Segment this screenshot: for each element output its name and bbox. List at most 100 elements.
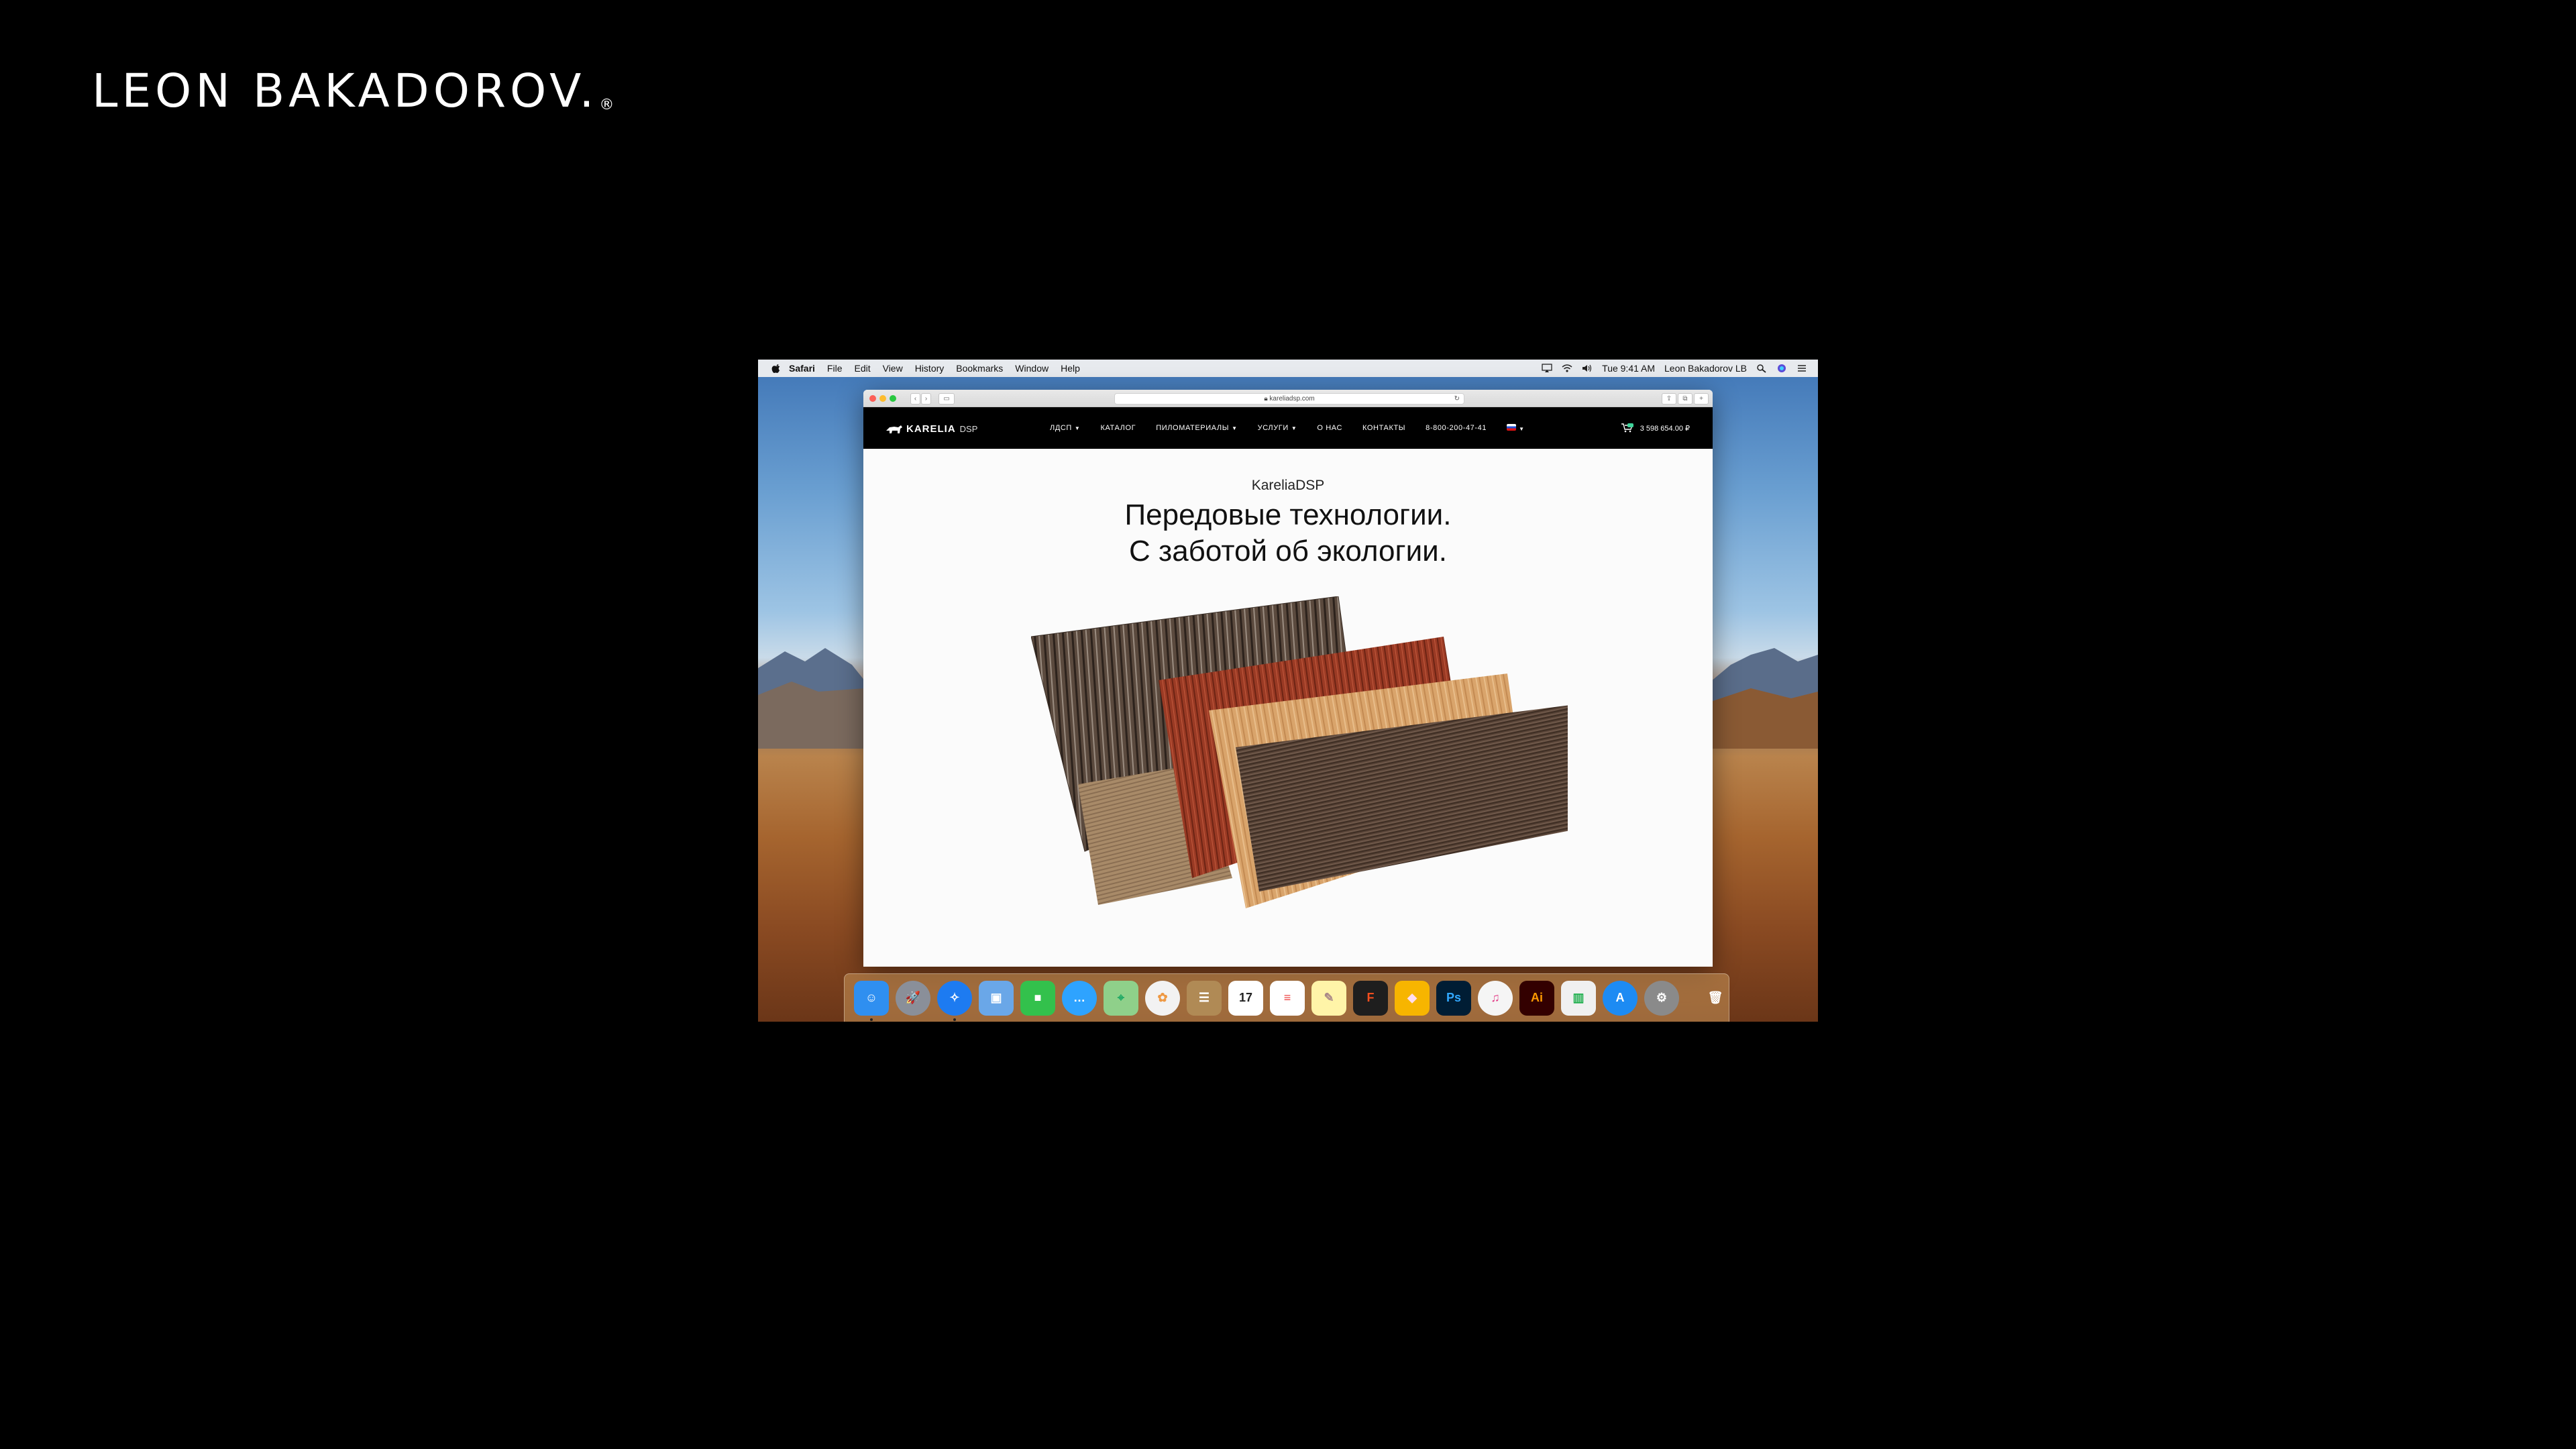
reload-icon[interactable]: ↻ [1454, 394, 1460, 404]
hero-headline: Передовые технологии. С заботой об эколо… [863, 497, 1713, 570]
nav-services-label: УСЛУГИ [1257, 424, 1289, 432]
menu-edit[interactable]: Edit [854, 363, 870, 374]
cart-button[interactable]: 3 598 654.00 ₽ [1621, 407, 1690, 449]
sidebar-toggle-button[interactable]: ▭ [938, 393, 955, 405]
brand-logo: LEON BAKADOROV.® [92, 68, 614, 115]
minimize-window-button[interactable] [879, 395, 886, 402]
running-indicator [953, 1018, 956, 1021]
safari-window: ‹ › ▭ 🔒︎ kareliadsp.com ↻ ⇪ ⧉ + KARELIA D… [863, 390, 1713, 967]
airplay-icon[interactable] [1542, 364, 1552, 373]
nav-lumber-label: ПИЛОМАТЕРИАЛЫ [1156, 424, 1230, 432]
language-selector[interactable]: ▼ [1507, 423, 1525, 433]
dock-reminders-icon[interactable]: ≡ [1270, 980, 1305, 1016]
site-logo[interactable]: KARELIA DSP [886, 423, 977, 435]
hero-section: KareliaDSP Передовые технологии. С забот… [863, 449, 1713, 967]
site-nav: ЛДСП ▼ КАТАЛОГ ПИЛОМАТЕРИАЛЫ ▼ УСЛУГИ ▼ О Н… [1050, 407, 1525, 449]
dock-notes-icon[interactable]: ✎ [1311, 980, 1346, 1016]
dock-app-store-icon[interactable]: A [1603, 980, 1638, 1016]
dock-illustrator-icon[interactable]: Ai [1519, 980, 1554, 1016]
menu-view[interactable]: View [883, 363, 903, 374]
app-store-glyph: A [1615, 991, 1625, 1004]
tabs-overview-button[interactable]: ⧉ [1678, 393, 1693, 405]
nav-catalog[interactable]: КАТАЛОГ [1100, 424, 1136, 432]
back-button[interactable]: ‹ [910, 393, 920, 405]
menu-window[interactable]: Window [1015, 363, 1049, 374]
dock-messages-icon[interactable]: … [1062, 980, 1097, 1016]
cart-total: 3 598 654.00 ₽ [1640, 424, 1690, 433]
apple-icon[interactable] [771, 364, 781, 373]
reminders-glyph: ≡ [1283, 991, 1291, 1004]
dock-system-preferences-icon[interactable]: ⚙ [1644, 980, 1679, 1016]
site-header: KARELIA DSP ЛДСП ▼ КАТАЛОГ ПИЛОМАТЕРИАЛЫ ▼ … [863, 407, 1713, 449]
mac-screen: Safari File Edit View History Bookmarks … [758, 360, 1818, 1022]
siri-icon[interactable] [1776, 364, 1787, 373]
chevron-down-icon: ▼ [1232, 425, 1238, 431]
dock-photoshop-icon[interactable]: Ps [1436, 980, 1471, 1016]
logo-thin-text: DSP [959, 424, 978, 434]
nav-about[interactable]: О НАС [1317, 424, 1342, 432]
dock-preview-icon[interactable]: ▣ [979, 980, 1014, 1016]
hero-kicker: KareliaDSP [1251, 478, 1325, 493]
illustrator-glyph: Ai [1531, 991, 1543, 1004]
forward-button[interactable]: › [921, 393, 931, 405]
dock-launchpad-icon[interactable]: 🚀 [896, 980, 930, 1016]
nav-ldsp[interactable]: ЛДСП ▼ [1050, 424, 1080, 432]
close-window-button[interactable] [869, 395, 876, 402]
bear-logo-icon [886, 425, 902, 433]
dock-trash-icon[interactable]: 🗑 [1698, 981, 1733, 1016]
nav-phone[interactable]: 8-800-200-47-41 [1426, 424, 1487, 432]
menubar-status-area: Tue 9:41 AM Leon Bakadorov LB [1542, 360, 1807, 377]
new-tab-button[interactable]: + [1694, 393, 1709, 405]
dock-sketch-icon[interactable]: ◆ [1395, 980, 1430, 1016]
menu-file[interactable]: File [827, 363, 843, 374]
nav-lumber[interactable]: ПИЛОМАТЕРИАЛЫ ▼ [1156, 424, 1237, 432]
notes-glyph: ✎ [1324, 991, 1334, 1004]
facetime-glyph: ■ [1034, 991, 1042, 1004]
share-button[interactable]: ⇪ [1662, 393, 1676, 405]
maps-glyph: ⌖ [1117, 991, 1125, 1004]
dock-photos-icon[interactable]: ✿ [1145, 980, 1180, 1016]
nav-contacts[interactable]: КОНТАКТЫ [1362, 424, 1405, 432]
dock-figma-icon[interactable]: F [1353, 980, 1388, 1016]
photoshop-glyph: Ps [1446, 991, 1462, 1004]
menubar-clock[interactable]: Tue 9:41 AM [1602, 363, 1655, 374]
browser-toolbar: ‹ › ▭ 🔒︎ kareliadsp.com ↻ ⇪ ⧉ + [863, 390, 1713, 407]
cart-icon [1621, 423, 1633, 433]
volume-icon[interactable] [1582, 364, 1593, 373]
menu-help[interactable]: Help [1061, 363, 1080, 374]
chevron-down-icon: ▼ [1291, 425, 1297, 431]
figma-glyph: F [1366, 991, 1375, 1004]
preview-glyph: ▣ [990, 991, 1002, 1004]
dock-maps-icon[interactable]: ⌖ [1104, 980, 1138, 1016]
dock-numbers-icon[interactable]: ▥ [1561, 980, 1596, 1016]
menu-safari[interactable]: Safari [789, 363, 815, 374]
nav-services[interactable]: УСЛУГИ ▼ [1258, 424, 1297, 432]
zoom-window-button[interactable] [890, 395, 896, 402]
dock-safari-icon[interactable]: ✧ [937, 980, 972, 1021]
registered-mark: ® [599, 97, 614, 113]
notification-center-icon[interactable] [1796, 364, 1807, 373]
dock-finder-icon[interactable]: ☺ [854, 980, 889, 1021]
dock-itunes-icon[interactable]: ♫ [1478, 980, 1513, 1016]
contacts-glyph: ☰ [1198, 991, 1210, 1004]
safari-glyph: ✧ [949, 991, 960, 1004]
dock: ☺ 🚀 ✧ ▣ ■ … ⌖ ✿ ☰ 17 ≡ ✎ F ◆ Ps ♫ Ai ▥ A… [844, 973, 1729, 1022]
russia-flag-icon [1507, 423, 1517, 431]
wood-panels-image [1031, 596, 1568, 908]
wifi-icon[interactable] [1562, 364, 1572, 373]
system-preferences-glyph: ⚙ [1656, 991, 1668, 1004]
dock-calendar-icon[interactable]: 17 [1228, 980, 1263, 1016]
spotlight-search-icon[interactable] [1756, 364, 1767, 373]
address-bar[interactable]: 🔒︎ kareliadsp.com ↻ [1114, 393, 1464, 405]
mountain-left [758, 648, 865, 749]
running-indicator [870, 1018, 873, 1021]
numbers-glyph: ▥ [1572, 991, 1585, 1004]
dock-contacts-icon[interactable]: ☰ [1187, 980, 1222, 1016]
nav-ldsp-label: ЛДСП [1050, 424, 1072, 432]
menubar-user[interactable]: Leon Bakadorov LB [1664, 363, 1747, 374]
dock-facetime-icon[interactable]: ■ [1020, 980, 1055, 1016]
menu-history[interactable]: History [915, 363, 945, 374]
menu-bookmarks[interactable]: Bookmarks [956, 363, 1003, 374]
brand-name: LEON BAKADOROV. [92, 64, 598, 118]
launchpad-glyph: 🚀 [905, 991, 921, 1004]
